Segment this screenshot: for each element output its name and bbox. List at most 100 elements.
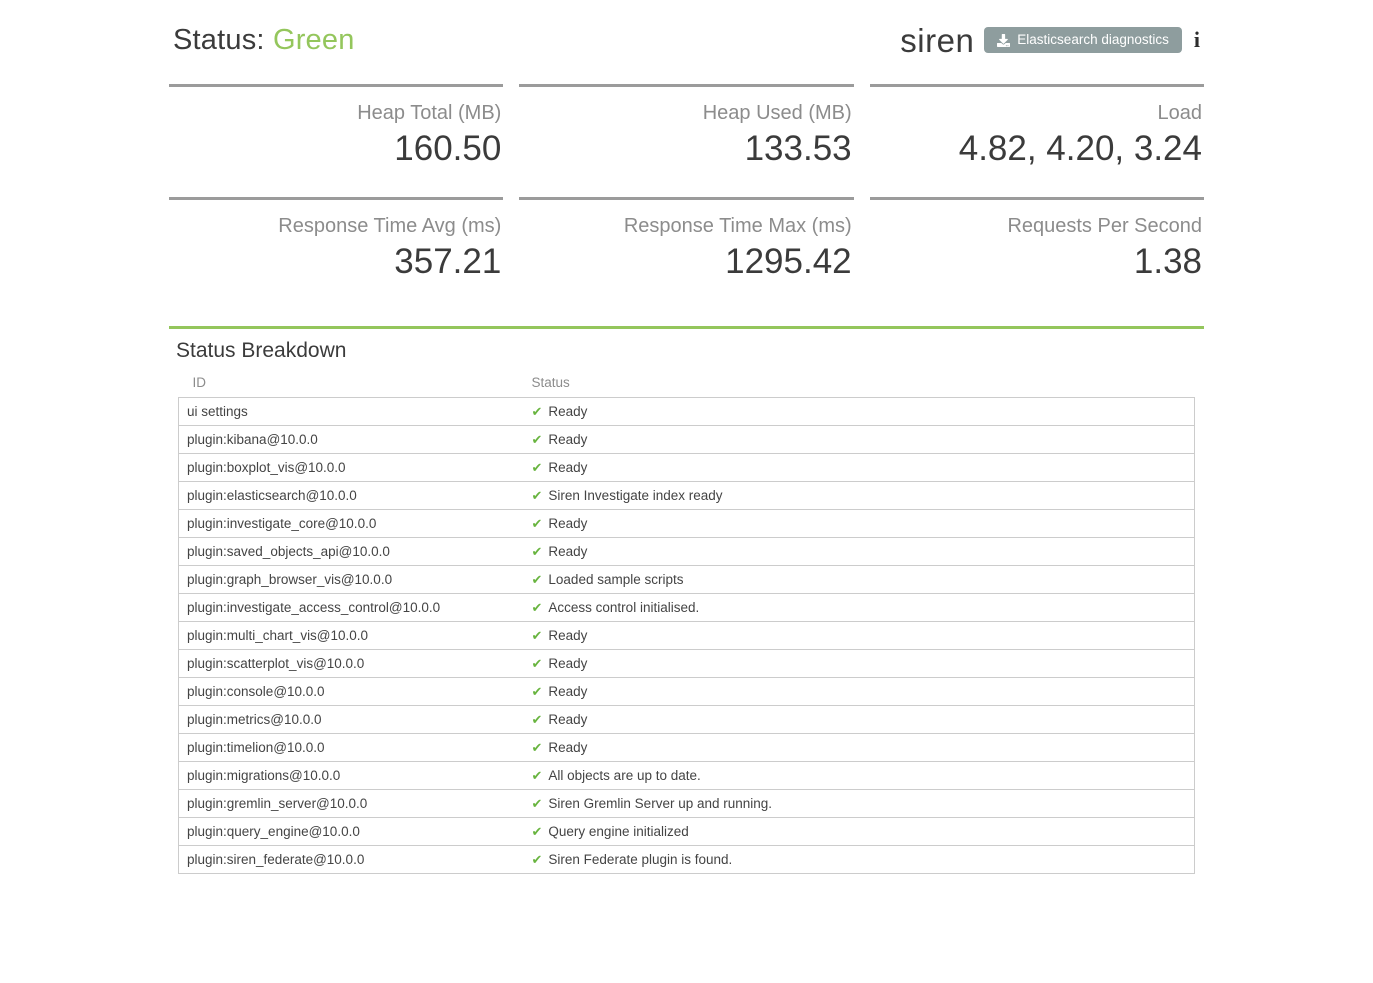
check-icon: ✔ [532,516,543,531]
row-id-cell: plugin:metrics@10.0.0 [179,706,524,734]
row-id-cell: plugin:scatterplot_vis@10.0.0 [179,650,524,678]
row-status-cell: ✔ Query engine initialized [524,818,1195,846]
row-status-cell: ✔Siren Federate plugin is found. [524,846,1195,874]
check-icon: ✔ [532,404,543,419]
status-value: Green [273,24,355,56]
table-row: plugin:console@10.0.0 ✔ Ready [179,678,1195,706]
row-id-cell: plugin:timelion@10.0.0 [179,734,524,762]
info-icon[interactable]: i [1194,29,1200,51]
row-status-cell: ✔ Ready [524,678,1195,706]
column-header-status: Status [524,373,1195,398]
row-status-text: Ready [548,656,587,671]
metric-value: 4.82, 4.20, 3.24 [872,128,1202,170]
row-status-cell: ✔ Ready [524,650,1195,678]
metric-card: Load4.82, 4.20, 3.24 [870,84,1204,197]
elasticsearch-diagnostics-button[interactable]: Elasticsearch diagnostics [984,27,1182,54]
table-row: plugin:migrations@10.0.0✔All objects are… [179,762,1195,790]
metric-card: Response Time Max (ms)1295.42 [519,197,853,310]
row-id-cell: ui settings [179,398,524,426]
row-id-cell: plugin:gremlin_server@10.0.0 [179,790,524,818]
check-icon: ✔ [532,824,543,839]
table-row: plugin:scatterplot_vis@10.0.0 ✔ Ready [179,650,1195,678]
status-table-body: ui settings ✔ Ready plugin:kibana@10.0.0 ✔ Re… [179,398,1195,874]
check-icon: ✔ [532,488,543,503]
metrics-grid: Heap Total (MB)160.50 Heap Used (MB)133.5… [169,84,1204,310]
check-icon: ✔ [532,712,543,727]
content-container: Status: Green siren Elasticsearch diagno… [169,0,1204,874]
siren-logo: siren [900,24,974,57]
table-row: plugin:elasticsearch@10.0.0 ✔ Siren Invest… [179,482,1195,510]
table-row: plugin:investigate_access_control@10.0.0… [179,594,1195,622]
table-row: plugin:timelion@10.0.0✔Ready [179,734,1195,762]
row-status-text: Loaded sample scripts [548,572,683,587]
metric-label: Requests Per Second [872,213,1202,239]
metric-value: 1.38 [872,241,1202,283]
row-status-text: Siren Gremlin Server up and running. [548,796,772,811]
breakdown-table-wrap: ID Status ui settings ✔ Ready plugin:kibana… [169,373,1204,874]
row-status-text: Ready [548,684,587,699]
row-id-cell: plugin:elasticsearch@10.0.0 [179,482,524,510]
row-id-cell: plugin:saved_objects_api@10.0.0 [179,538,524,566]
breakdown-title: Status Breakdown [176,339,1204,363]
table-row: plugin:gremlin_server@10.0.0 ✔ Siren Greml… [179,790,1195,818]
row-id-cell: plugin:kibana@10.0.0 [179,426,524,454]
row-status-cell: ✔All objects are up to date. [524,762,1195,790]
row-status-cell: ✔ Ready [524,426,1195,454]
table-row: plugin:siren_federate@10.0.0✔Siren Feder… [179,846,1195,874]
table-row: plugin:query_engine@10.0.0✔Query engine … [179,818,1195,846]
row-status-cell: ✔ Access control initialised. [524,594,1195,622]
row-status-text: Ready [548,628,587,643]
metric-label: Heap Total (MB) [171,100,501,126]
row-status-text: Ready [548,544,587,559]
row-id-cell: plugin:siren_federate@10.0.0 [179,846,524,874]
metric-value: 357.21 [171,241,501,283]
table-row: plugin:kibana@10.0.0 ✔ Ready [179,426,1195,454]
check-icon: ✔ [532,684,543,699]
row-status-text: Ready [548,432,587,447]
metric-label: Load [872,100,1202,126]
table-row: plugin:boxplot_vis@10.0.0✔Ready [179,454,1195,482]
row-status-text: Siren Investigate index ready [548,488,722,503]
status-table-header: ID Status [179,373,1195,398]
check-icon: ✔ [532,600,543,615]
check-icon: ✔ [532,740,543,755]
status-label: Status: [173,24,265,56]
table-row: ui settings ✔ Ready [179,398,1195,426]
metric-card: Response Time Avg (ms)357.21 [169,197,503,310]
row-status-cell: ✔ Ready [524,538,1195,566]
check-icon: ✔ [532,628,543,643]
check-icon: ✔ [532,796,543,811]
check-icon: ✔ [532,572,543,587]
column-header-id: ID [179,373,524,398]
row-status-cell: ✔Ready [524,454,1195,482]
row-status-cell: ✔ Ready [524,398,1195,426]
row-status-cell: ✔ Ready [524,706,1195,734]
row-status-cell: ✔ Loaded sample scripts [524,566,1195,594]
row-status-text: Access control initialised. [548,600,699,615]
row-status-text: Query engine initialized [548,824,688,839]
row-status-text: Ready [548,404,587,419]
row-id-cell: plugin:investigate_core@10.0.0 [179,510,524,538]
check-icon: ✔ [532,656,543,671]
page-title: Status: Green [173,24,355,57]
row-id-cell: plugin:investigate_access_control@10.0.0 [179,594,524,622]
row-id-cell: plugin:graph_browser_vis@10.0.0 [179,566,524,594]
row-id-cell: plugin:migrations@10.0.0 [179,762,524,790]
metric-label: Heap Used (MB) [521,100,851,126]
row-status-text: Ready [548,712,587,727]
metric-card: Heap Total (MB)160.50 [169,84,503,197]
metric-value: 1295.42 [521,241,851,283]
status-breakdown-section: Status Breakdown ID Status ui settings ✔ R… [169,326,1204,874]
row-status-text: All objects are up to date. [548,768,700,783]
check-icon: ✔ [532,544,543,559]
metric-value: 160.50 [171,128,501,170]
status-page: Status: Green siren Elasticsearch diagno… [0,0,1373,983]
metric-value: 133.53 [521,128,851,170]
check-icon: ✔ [532,460,543,475]
row-status-cell: ✔ Siren Investigate index ready [524,482,1195,510]
table-row: plugin:graph_browser_vis@10.0.0 ✔ Loaded s… [179,566,1195,594]
table-row: plugin:metrics@10.0.0 ✔ Ready [179,706,1195,734]
row-status-cell: ✔Ready [524,510,1195,538]
row-id-cell: plugin:console@10.0.0 [179,678,524,706]
check-icon: ✔ [532,432,543,447]
